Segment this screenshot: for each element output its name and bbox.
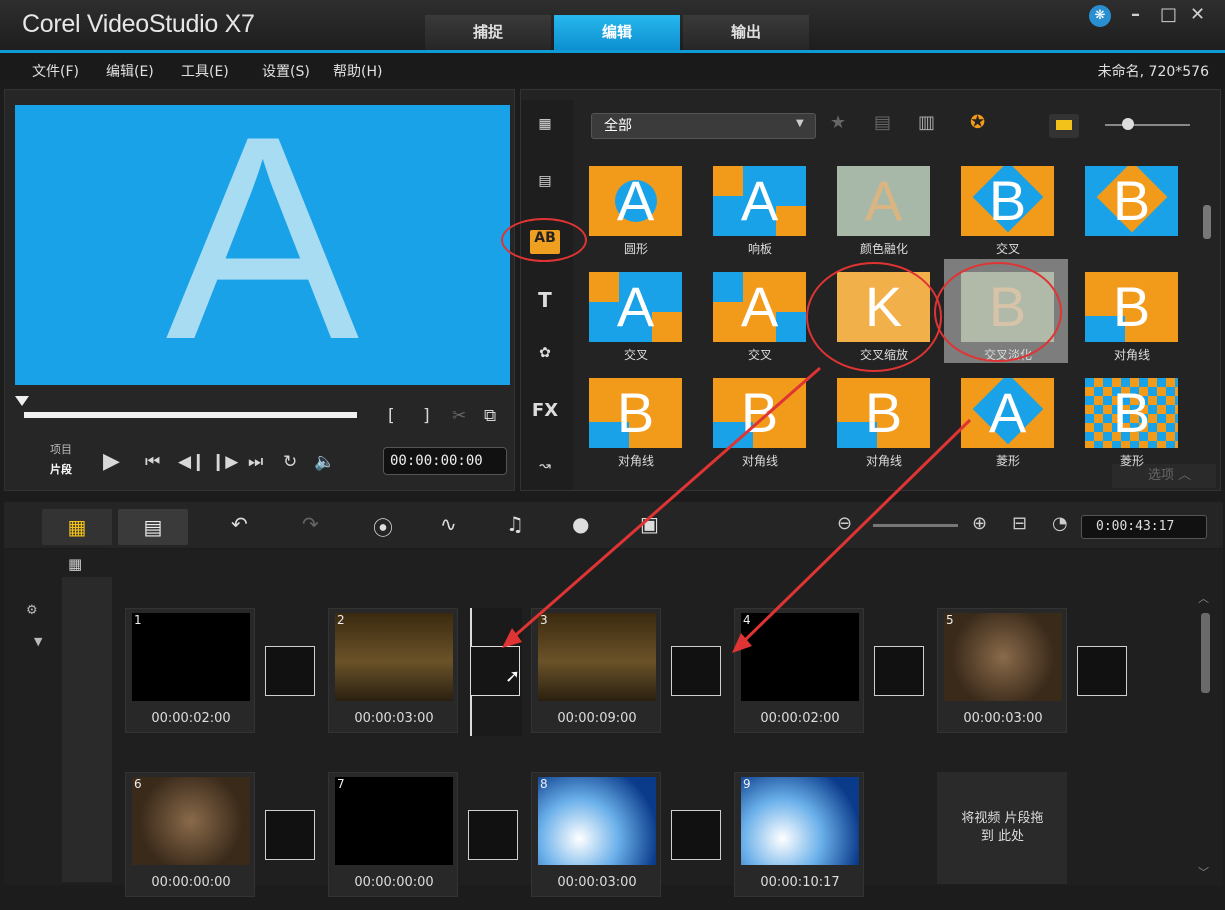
annotation-arrow-line — [509, 366, 821, 642]
annotation-arrows — [502, 366, 972, 653]
annotation-arrow-line — [738, 418, 972, 647]
